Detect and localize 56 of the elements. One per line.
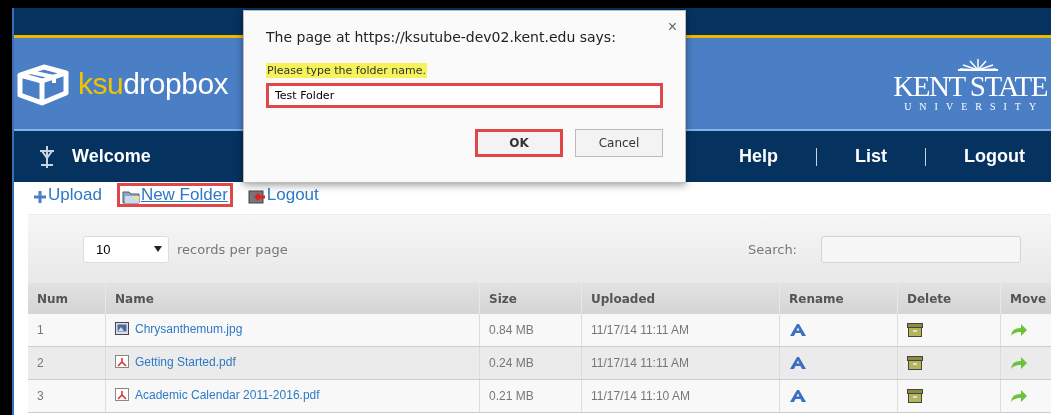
close-button[interactable]: ×	[667, 20, 677, 34]
column-header[interactable]: Size	[479, 283, 582, 314]
pdf-file-icon	[115, 388, 129, 402]
plus-icon	[33, 189, 47, 204]
logo-text: ksudropbox	[78, 66, 229, 101]
page-size-label: records per page	[177, 241, 288, 257]
table-cell: 0.84 MB	[479, 314, 582, 347]
dialog-message: Please type the folder name.	[266, 63, 427, 78]
column-header[interactable]: Move	[1000, 283, 1051, 314]
table-cell: 2	[28, 346, 106, 380]
folder-icon	[121, 189, 140, 204]
exit-icon	[247, 189, 266, 204]
column-header[interactable]: Uploaded	[581, 283, 780, 314]
letter-a-icon	[789, 389, 807, 403]
column-header[interactable]: Rename	[779, 283, 898, 314]
sunburst-icon	[958, 56, 999, 71]
table-cell: 11/17/14 11:10 AM	[581, 379, 780, 413]
table-cell: 11/17/14 11:11 AM	[581, 314, 780, 347]
curved-arrow-icon	[1010, 356, 1028, 370]
table-cell: 0.21 MB	[479, 379, 582, 413]
university-name: KENT STATE	[893, 70, 1047, 101]
archive-box-icon	[907, 389, 923, 403]
file-link[interactable]: Getting Started.pdf	[135, 354, 236, 369]
toolbar-link[interactable]: New Folder	[116, 182, 233, 207]
curved-arrow-icon	[1010, 389, 1028, 403]
letter-a-icon	[789, 323, 807, 337]
table-cell: 3	[28, 379, 106, 413]
search-label: Search:	[747, 241, 797, 257]
search-field[interactable]	[821, 235, 1021, 263]
dropdown-caret-icon	[154, 246, 162, 252]
dialog-title: The page at https://ksutube-dev02.kent.edu says:	[266, 28, 616, 45]
pdf-file-icon	[115, 355, 129, 369]
letter-a-icon	[789, 356, 807, 370]
curved-arrow-icon	[1010, 323, 1028, 337]
table-cell: 11/17/14 11:11 AM	[581, 346, 780, 380]
image-file-icon	[115, 322, 129, 336]
archive-box-icon	[907, 323, 923, 337]
archive-box-icon	[907, 356, 923, 370]
toolbar-link[interactable]: Upload	[28, 182, 107, 207]
column-header[interactable]: Num	[28, 283, 106, 314]
nav-link[interactable]: Help	[701, 146, 816, 167]
column-header[interactable]: Name	[105, 283, 480, 314]
column-header[interactable]: Delete	[897, 283, 1001, 314]
nav-link[interactable]: Logout	[926, 146, 1051, 167]
university-subtitle: UNIVERSITY	[904, 100, 1045, 113]
table-cell: 1	[28, 314, 106, 347]
table-cell: 0.24 MB	[479, 346, 582, 380]
dialog-button[interactable]: OK	[475, 129, 563, 157]
folder-name-field[interactable]: Test Folder	[266, 83, 663, 108]
page-size-select[interactable]: 10	[83, 235, 169, 263]
dialog-button[interactable]: Cancel	[575, 129, 663, 157]
nav-link[interactable]: List	[817, 146, 925, 167]
file-link[interactable]: Chrysanthemum.jpg	[135, 321, 243, 336]
nav-link[interactable]: Welcome	[72, 146, 151, 167]
signpost-icon	[38, 144, 56, 169]
toolbar-link[interactable]: Logout	[242, 182, 324, 207]
